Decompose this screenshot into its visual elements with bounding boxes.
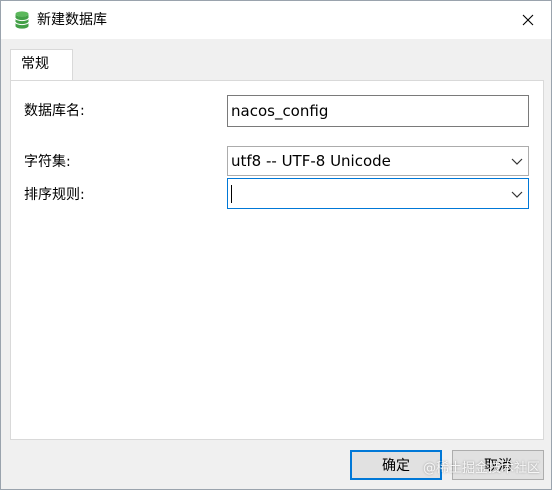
collation-select[interactable] [227, 178, 529, 209]
text-caret [231, 184, 232, 203]
tab-general[interactable]: 常规 [10, 49, 73, 80]
db-name-label: 数据库名: [24, 103, 85, 119]
db-name-input[interactable]: nacos_config [227, 95, 529, 127]
charset-select[interactable]: utf8 -- UTF-8 Unicode [227, 146, 529, 176]
chevron-down-icon [511, 191, 523, 198]
watermark: @稀土掘金技术社区 [423, 461, 541, 476]
chevron-down-icon [511, 158, 523, 165]
title-bar: 新建数据库 [1, 1, 551, 39]
tab-strip: 常规 [1, 39, 551, 81]
close-button[interactable] [505, 1, 551, 39]
db-name-value: nacos_config [231, 102, 329, 120]
charset-label: 字符集: [24, 154, 71, 170]
window-title: 新建数据库 [37, 12, 107, 28]
general-panel: 数据库名: nacos_config 字符集: utf8 -- UTF-8 Un… [10, 80, 544, 440]
new-database-dialog: 新建数据库 常规 数据库名: nacos_config 字符集: utf8 --… [0, 0, 552, 490]
close-icon [522, 14, 534, 26]
charset-value: utf8 -- UTF-8 Unicode [231, 152, 391, 170]
collation-label: 排序规则: [24, 187, 85, 203]
database-icon [15, 11, 29, 29]
